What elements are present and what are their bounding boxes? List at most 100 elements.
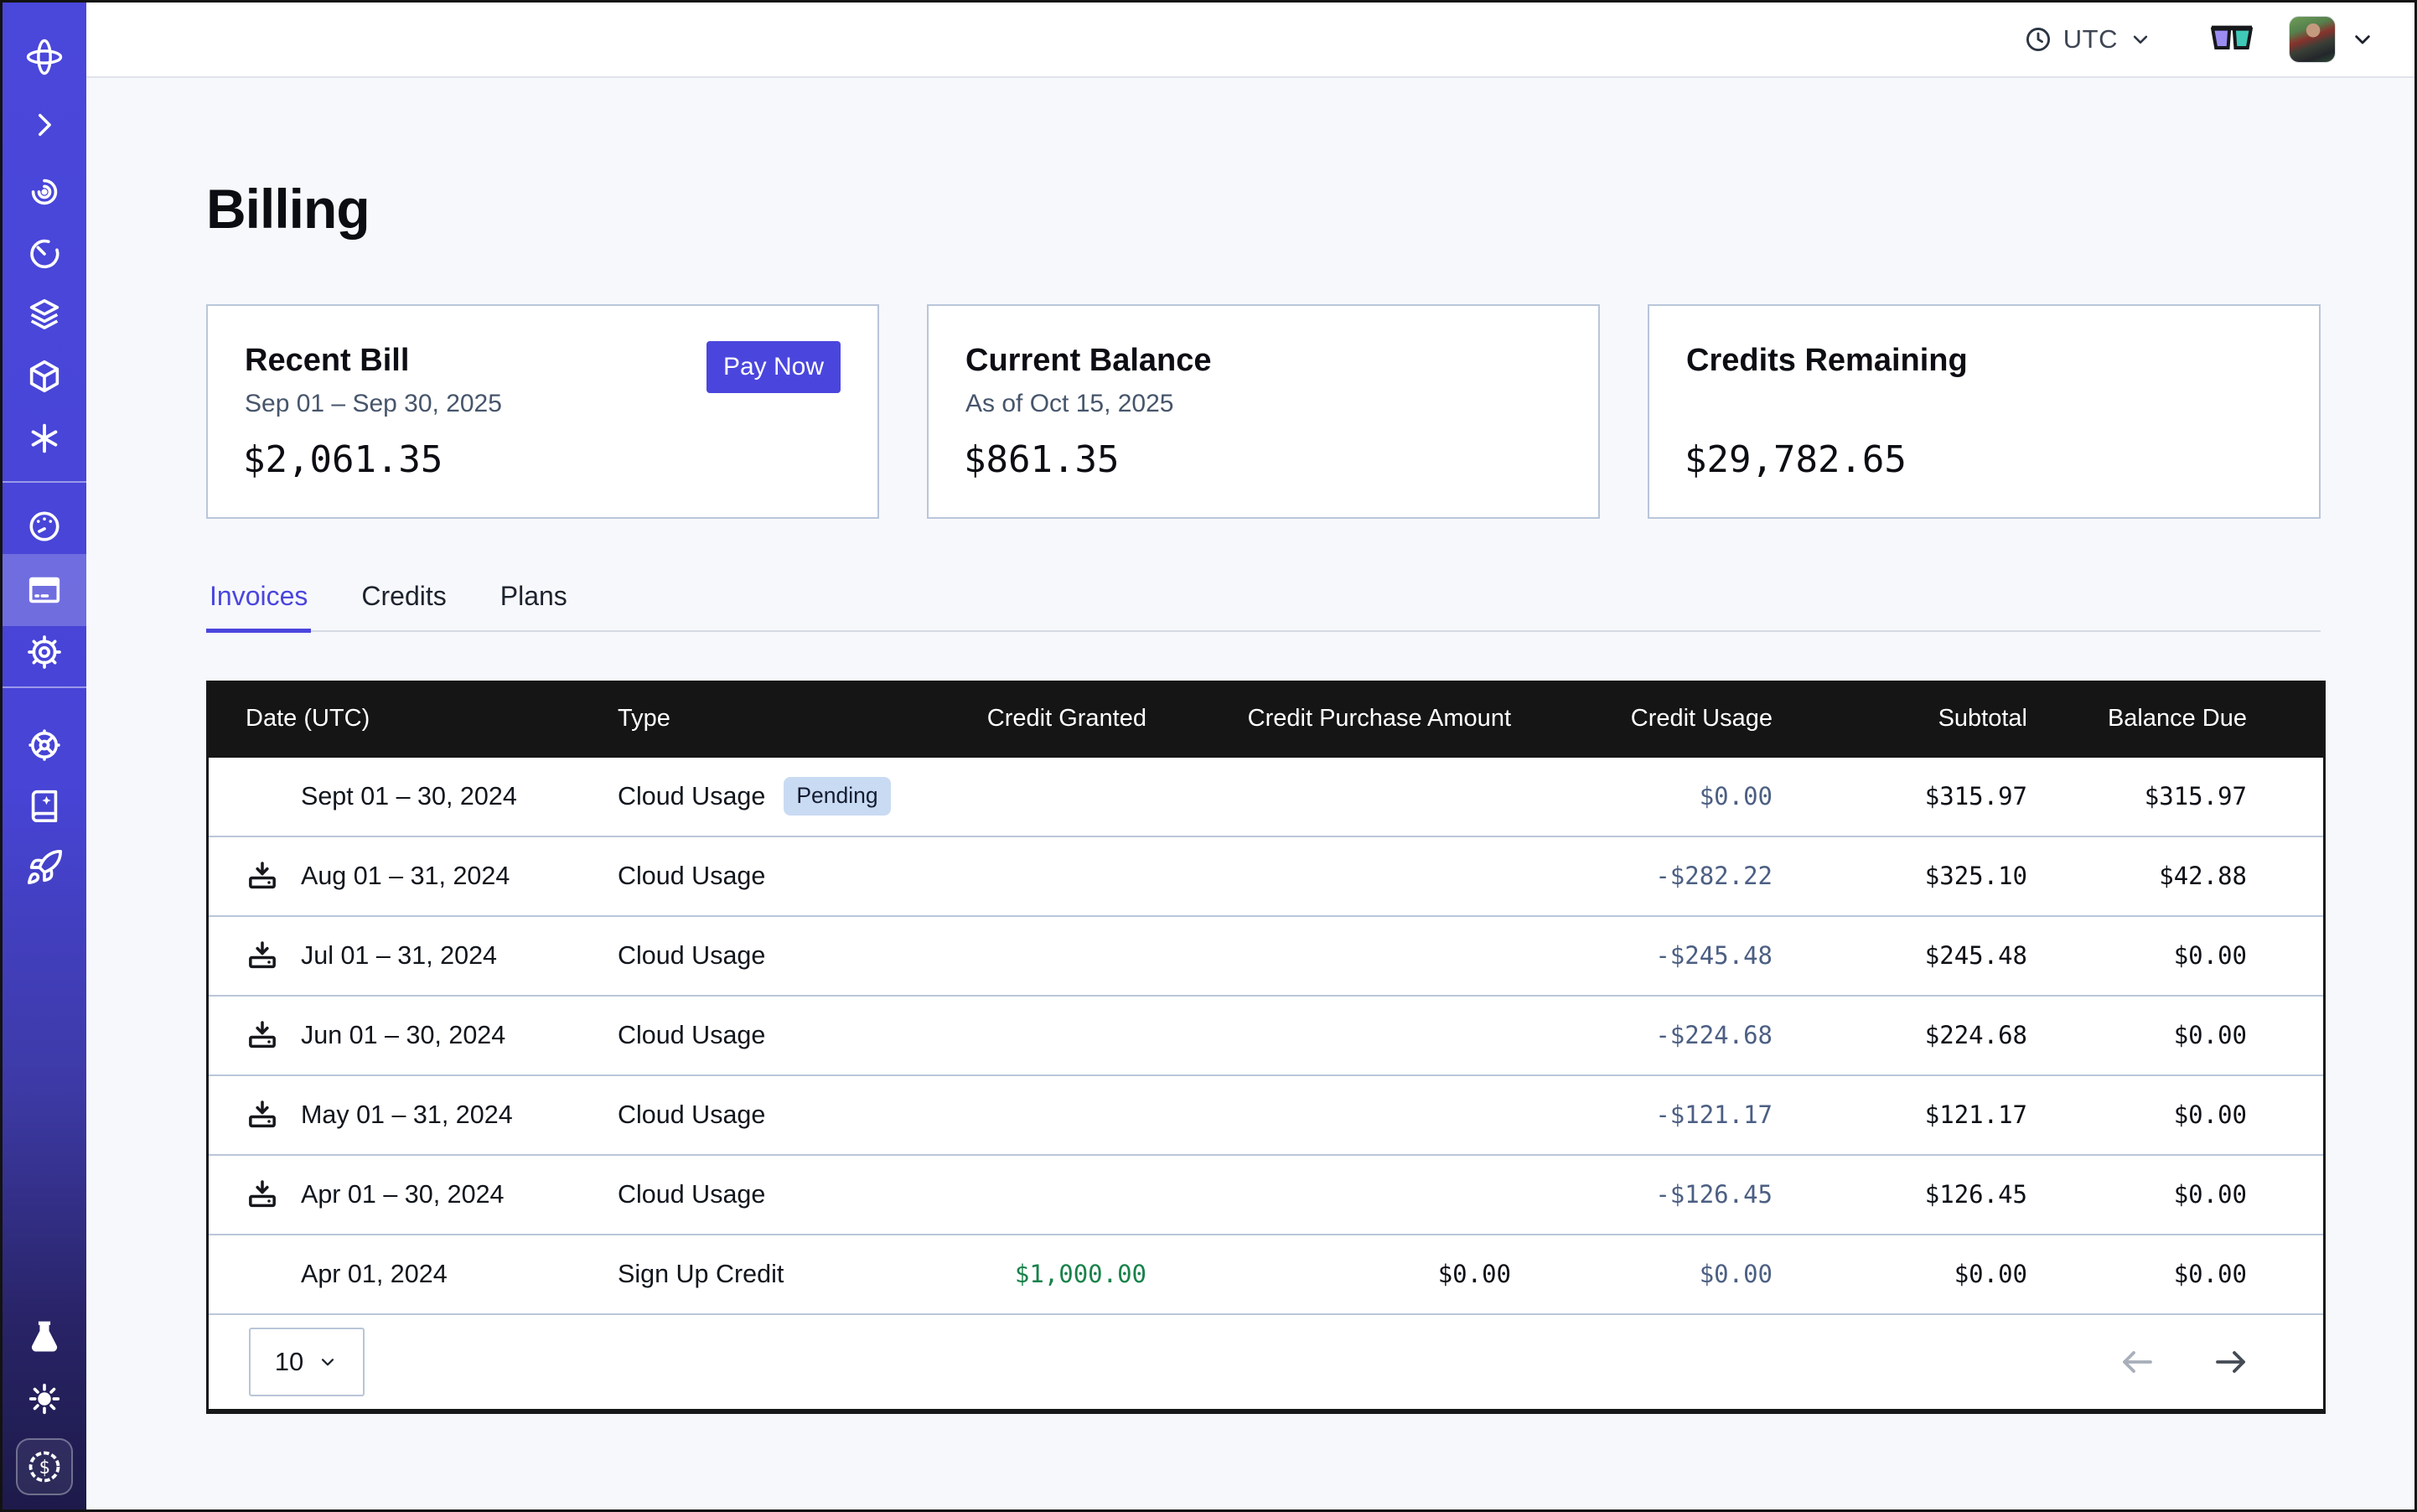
invoice-table-row: May 01 – 31, 2024 Cloud Usage -$121.17 $… (209, 1076, 2323, 1156)
sidebar-theme-sun-icon[interactable] (25, 1380, 64, 1418)
invoice-status-badge: Pending (784, 777, 890, 816)
sidebar-layers-icon[interactable] (25, 295, 64, 334)
invoice-balance-due: $42.88 (2027, 862, 2247, 890)
download-invoice-button[interactable] (246, 939, 279, 972)
timezone-selector[interactable]: UTC (2023, 24, 2153, 54)
clock-icon (2023, 24, 2053, 54)
invoice-table-row: Jun 01 – 30, 2024 Cloud Usage -$224.68 $… (209, 997, 2323, 1076)
invoice-credit-usage: -$126.45 (1511, 1180, 1773, 1209)
sidebar-flask-icon[interactable] (25, 1318, 64, 1356)
download-invoice-button[interactable] (246, 1018, 279, 1052)
chevron-down-icon (2128, 27, 2153, 52)
sidebar-divider (3, 481, 86, 483)
credits-remaining-amount: $29,782.65 (1685, 438, 1907, 481)
invoice-type: Cloud Usage (618, 862, 765, 891)
invoice-date: Aug 01 – 31, 2024 (301, 862, 510, 891)
invoice-balance-due: $0.00 (2027, 941, 2247, 970)
invoice-date: May 01 – 31, 2024 (301, 1100, 513, 1130)
current-balance-title: Current Balance (965, 343, 1212, 379)
app-logo-orbit-icon[interactable] (23, 35, 66, 79)
sidebar-cube-icon[interactable] (25, 357, 64, 396)
sidebar-expand-chevron-right-icon[interactable] (27, 107, 62, 142)
invoice-balance-due: $315.97 (2027, 782, 2247, 810)
page-title: Billing (206, 177, 2321, 241)
invoice-credit-usage: -$282.22 (1511, 862, 1773, 890)
invoice-table-row: Apr 01 – 30, 2024 Cloud Usage -$126.45 $… (209, 1156, 2323, 1235)
invoice-subtotal: $325.10 (1773, 862, 2027, 890)
invoice-table-header: Date (UTC) Type Credit Granted Credit Pu… (209, 681, 2323, 758)
invoice-type: Cloud Usage (618, 1180, 765, 1209)
current-balance-card: Current Balance As of Oct 15, 2025 $861.… (927, 304, 1600, 519)
sidebar-settings-gear-icon[interactable] (25, 633, 64, 671)
sidebar-credits-dollar-badge-button[interactable]: $ (16, 1438, 73, 1495)
tab-plans[interactable]: Plans (497, 571, 571, 630)
sidebar-ship-wheel-icon[interactable] (25, 726, 64, 764)
invoice-subtotal: $315.97 (1773, 782, 2027, 810)
tab-credits[interactable]: Credits (358, 571, 449, 630)
invoice-type: Cloud Usage (618, 782, 765, 811)
sidebar: $ (3, 3, 86, 1509)
sidebar-book-sparkle-icon[interactable] (25, 786, 64, 825)
pay-now-button[interactable]: Pay Now (706, 341, 841, 393)
invoice-credit-usage: -$121.17 (1511, 1100, 1773, 1129)
invoice-credit-purchase: $0.00 (1146, 1260, 1511, 1288)
tab-invoices[interactable]: Invoices (206, 571, 311, 633)
next-page-arrow-right-icon[interactable] (2211, 1342, 2251, 1382)
download-invoice-button[interactable] (246, 859, 279, 893)
billing-page: $ UTC Billing Recent Bill Sep 01 – Sep 3… (0, 0, 2417, 1512)
3d-glasses-icon[interactable] (2208, 24, 2255, 54)
column-header-subtotal: Subtotal (1773, 705, 2027, 733)
column-header-credit-granted: Credit Granted (895, 705, 1146, 733)
sidebar-asterisk-icon[interactable] (25, 419, 64, 458)
sidebar-timer-icon[interactable] (25, 235, 64, 273)
invoice-credit-granted: $1,000.00 (895, 1260, 1146, 1288)
recent-bill-amount: $2,061.35 (243, 438, 443, 481)
chevron-down-icon (317, 1351, 339, 1373)
sidebar-gauge-icon[interactable] (25, 507, 64, 546)
invoice-table-body: Sept 01 – 30, 2024 Cloud Usage Pending $… (209, 758, 2323, 1315)
main-content: Billing Recent Bill Sep 01 – Sep 30, 202… (86, 80, 2414, 1509)
current-balance-amount: $861.35 (964, 438, 1119, 481)
invoice-subtotal: $224.68 (1773, 1021, 2027, 1049)
timezone-label: UTC (2063, 24, 2118, 54)
sidebar-divider (3, 686, 86, 688)
invoice-subtotal: $126.45 (1773, 1180, 2027, 1209)
previous-page-arrow-left-icon[interactable] (2117, 1342, 2157, 1382)
billing-tabs: Invoices Credits Plans (206, 571, 2321, 632)
invoice-credit-usage: $0.00 (1511, 782, 1773, 810)
credits-remaining-title: Credits Remaining (1686, 343, 1968, 379)
invoice-balance-due: $0.00 (2027, 1021, 2247, 1049)
download-invoice-button[interactable] (246, 1098, 279, 1131)
invoice-type: Cloud Usage (618, 1100, 765, 1130)
sidebar-rocket-icon[interactable] (25, 848, 64, 887)
page-size-select[interactable]: 10 (249, 1328, 365, 1396)
sidebar-billing-card-icon[interactable] (25, 571, 64, 609)
column-header-credit-usage: Credit Usage (1511, 705, 1773, 733)
download-invoice-button[interactable] (246, 1178, 279, 1211)
recent-bill-period: Sep 01 – Sep 30, 2025 (245, 390, 502, 418)
invoice-type: Cloud Usage (618, 941, 765, 971)
invoice-type: Sign Up Credit (618, 1260, 784, 1289)
invoice-credit-usage: -$245.48 (1511, 941, 1773, 970)
invoice-type: Cloud Usage (618, 1021, 765, 1050)
invoice-table-row: Jul 01 – 31, 2024 Cloud Usage -$245.48 $… (209, 917, 2323, 997)
invoice-table: Date (UTC) Type Credit Granted Credit Pu… (206, 681, 2326, 1414)
recent-bill-title: Recent Bill (245, 343, 409, 379)
invoice-date: Apr 01, 2024 (301, 1260, 448, 1289)
invoice-subtotal: $0.00 (1773, 1260, 2027, 1288)
invoice-date: Jul 01 – 31, 2024 (301, 941, 497, 971)
invoice-balance-due: $0.00 (2027, 1100, 2247, 1129)
credits-remaining-card: Credits Remaining $29,782.65 (1648, 304, 2321, 519)
invoice-credit-usage: $0.00 (1511, 1260, 1773, 1288)
invoice-balance-due: $0.00 (2027, 1260, 2247, 1288)
sidebar-spiral-icon[interactable] (25, 173, 64, 211)
user-menu-chevron-down-icon[interactable] (2349, 26, 2376, 53)
column-header-credit-purchase-amount: Credit Purchase Amount (1146, 705, 1511, 733)
svg-text:$: $ (39, 1458, 49, 1478)
invoice-subtotal: $245.48 (1773, 941, 2027, 970)
recent-bill-card: Recent Bill Sep 01 – Sep 30, 2025 $2,061… (206, 304, 879, 519)
invoice-date: Apr 01 – 30, 2024 (301, 1180, 505, 1209)
user-avatar[interactable] (2289, 16, 2336, 63)
invoice-credit-usage: -$224.68 (1511, 1021, 1773, 1049)
current-balance-as-of: As of Oct 15, 2025 (965, 390, 1173, 418)
